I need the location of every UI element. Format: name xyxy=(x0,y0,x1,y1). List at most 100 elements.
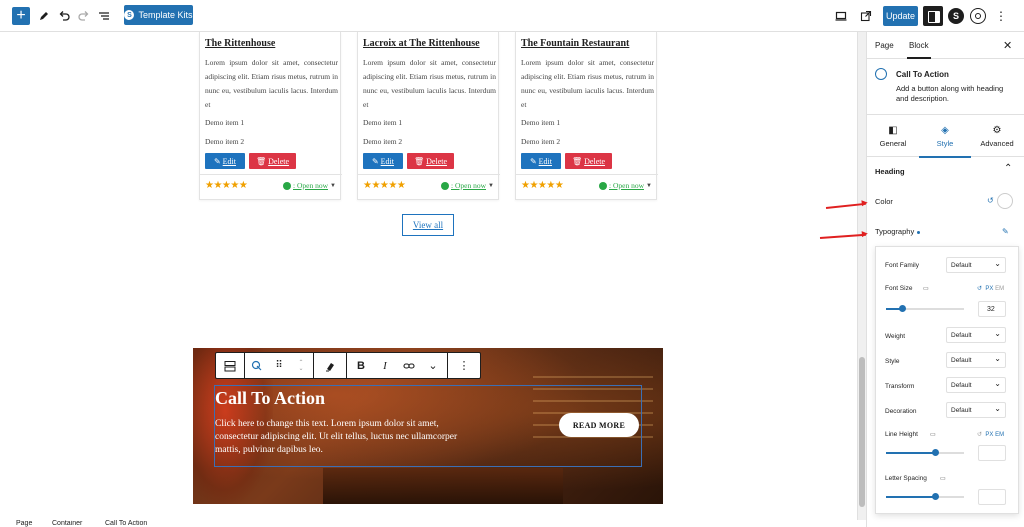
plugin-circle-icon[interactable] xyxy=(970,6,986,26)
cta-block-icon[interactable] xyxy=(249,358,265,374)
clock-icon xyxy=(441,181,449,190)
tab-general[interactable]: ◧ General xyxy=(867,120,919,157)
unit-em[interactable]: EM xyxy=(995,286,1004,292)
edit-button[interactable]: ✎ Edit xyxy=(521,153,561,169)
card-title[interactable]: The Fountain Restaurant xyxy=(521,38,629,49)
spectra-plugin-icon[interactable]: S xyxy=(948,6,964,26)
settings-panel-toggle-icon[interactable] xyxy=(923,6,943,26)
font-size-input[interactable]: 32 xyxy=(978,301,1006,317)
more-options-icon[interactable]: ⋮ xyxy=(995,6,1007,26)
font-size-slider[interactable] xyxy=(886,305,964,312)
link-icon[interactable] xyxy=(401,358,417,374)
cta-heading[interactable]: Call To Action xyxy=(215,388,325,409)
typography-label-text: Typography xyxy=(875,227,915,236)
rating-stars: ★★★★★ xyxy=(521,180,564,191)
pencil-tool-icon[interactable] xyxy=(38,6,50,26)
delete-button[interactable]: 🗑 Delete xyxy=(249,153,296,169)
template-kits-button[interactable]: S Template Kits xyxy=(124,5,193,25)
reset-icon[interactable]: ↺ xyxy=(977,286,982,292)
read-more-button[interactable]: READ MORE xyxy=(559,413,639,437)
desktop-device-icon[interactable]: ▭ xyxy=(923,285,929,292)
template-kits-icon: S xyxy=(124,10,135,20)
card-title[interactable]: Lacroix at The Rittenhouse xyxy=(363,38,480,49)
view-post-external-icon[interactable] xyxy=(860,6,872,26)
drag-handle-icon[interactable]: ⠿ xyxy=(271,358,287,374)
font-family-select[interactable]: Default xyxy=(946,257,1006,273)
trash-icon: 🗑 xyxy=(255,156,269,166)
style-select[interactable]: Default xyxy=(946,352,1006,368)
font-size-slider-knob[interactable] xyxy=(898,305,906,312)
tab-page[interactable]: Page xyxy=(875,41,894,50)
paint-bucket-icon: ◈ xyxy=(941,125,949,136)
caret-down-icon: ▼ xyxy=(330,182,336,189)
close-icon[interactable]: ✕ xyxy=(1003,39,1012,52)
scrollbar-thumb[interactable] xyxy=(859,357,865,507)
line-height-slider-fill xyxy=(886,452,936,454)
italic-button[interactable]: I xyxy=(377,358,393,374)
cta-description[interactable]: Click here to change this text. Lorem ip… xyxy=(215,418,465,457)
highlighter-icon[interactable] xyxy=(322,358,338,374)
decoration-select[interactable]: Default xyxy=(946,402,1006,418)
more-formats-chevron-icon[interactable]: ⌄ xyxy=(425,358,441,374)
open-status[interactable]: : Open now ▼ xyxy=(599,181,652,190)
delete-label: Delete xyxy=(584,156,606,166)
edit-label: Edit xyxy=(380,156,395,166)
line-height-input[interactable] xyxy=(978,445,1006,461)
open-status[interactable]: : Open now ▼ xyxy=(283,181,336,190)
weight-select[interactable]: Default xyxy=(946,327,1006,343)
bold-button[interactable]: B xyxy=(353,358,369,374)
add-block-button[interactable]: + xyxy=(12,7,30,25)
trash-icon: 🗑 xyxy=(571,156,585,166)
card-title[interactable]: The Rittenhouse xyxy=(205,38,275,49)
unit-px[interactable]: PX xyxy=(985,286,993,292)
open-status[interactable]: : Open now ▼ xyxy=(441,181,494,190)
delete-button[interactable]: 🗑 Delete xyxy=(407,153,454,169)
card-divider xyxy=(358,174,500,175)
select-parent-icon[interactable] xyxy=(222,358,238,374)
tab-advanced[interactable]: ⚙ Advanced xyxy=(971,120,1023,157)
color-swatch[interactable] xyxy=(997,193,1013,209)
move-up-down-icon[interactable]: ⌃ ⌄ xyxy=(293,358,309,374)
tab-style[interactable]: ◈ Style xyxy=(919,120,971,158)
transform-select[interactable]: Default xyxy=(946,377,1006,393)
highlight-group xyxy=(314,353,347,378)
edit-pencil-icon[interactable]: ✎ xyxy=(1002,227,1009,236)
line-height-slider[interactable] xyxy=(886,449,964,456)
card-description: Lorem ipsum dolor sit amet, consectetur … xyxy=(363,58,496,109)
undo-icon[interactable] xyxy=(58,6,70,26)
letter-spacing-input[interactable] xyxy=(978,489,1006,505)
card-description: Lorem ipsum dolor sit amet, consectetur … xyxy=(205,58,338,109)
breadcrumb-item[interactable]: Container xyxy=(52,520,82,527)
line-height-slider-knob[interactable] xyxy=(932,449,939,456)
preview-desktop-icon[interactable] xyxy=(835,6,847,26)
style-tabs: ◧ General ◈ Style ⚙ Advanced xyxy=(867,120,1024,158)
unit-px[interactable]: PX xyxy=(985,432,993,438)
letter-spacing-slider-fill xyxy=(886,496,936,498)
typography-label[interactable]: Typography xyxy=(875,227,921,236)
letter-spacing-slider[interactable] xyxy=(886,493,964,500)
breadcrumb-item[interactable]: Call To Action xyxy=(105,520,147,527)
list-view-icon[interactable] xyxy=(98,6,110,26)
unit-em[interactable]: EM xyxy=(995,432,1004,438)
letter-spacing-slider-knob[interactable] xyxy=(932,493,939,500)
update-button[interactable]: Update xyxy=(883,6,918,26)
redo-icon[interactable] xyxy=(78,6,90,26)
rating-stars: ★★★★★ xyxy=(363,180,406,191)
reset-icon[interactable]: ↺ xyxy=(977,432,982,438)
chevron-up-icon[interactable]: ⌃ xyxy=(1004,163,1012,174)
block-options-icon[interactable]: ⋮ xyxy=(456,358,472,374)
edit-button[interactable]: ✎ Edit xyxy=(363,153,403,169)
heading-section-title[interactable]: Heading xyxy=(875,167,905,176)
edit-button[interactable]: ✎ Edit xyxy=(205,153,245,169)
canvas-scrollbar[interactable] xyxy=(857,32,866,520)
desktop-device-icon[interactable]: ▭ xyxy=(930,431,936,438)
view-all-button[interactable]: View all xyxy=(402,214,454,236)
tab-block[interactable]: Block xyxy=(907,41,931,59)
settings-sidebar: Page Block ✕ Call To Action Add a button… xyxy=(866,32,1024,527)
modified-indicator-dot xyxy=(917,230,921,234)
desktop-device-icon[interactable]: ▭ xyxy=(940,475,946,482)
reset-icon[interactable]: ↺ xyxy=(987,196,994,205)
parent-select-group xyxy=(216,353,245,378)
breadcrumb-item[interactable]: Page xyxy=(16,520,32,527)
delete-button[interactable]: 🗑 Delete xyxy=(565,153,612,169)
